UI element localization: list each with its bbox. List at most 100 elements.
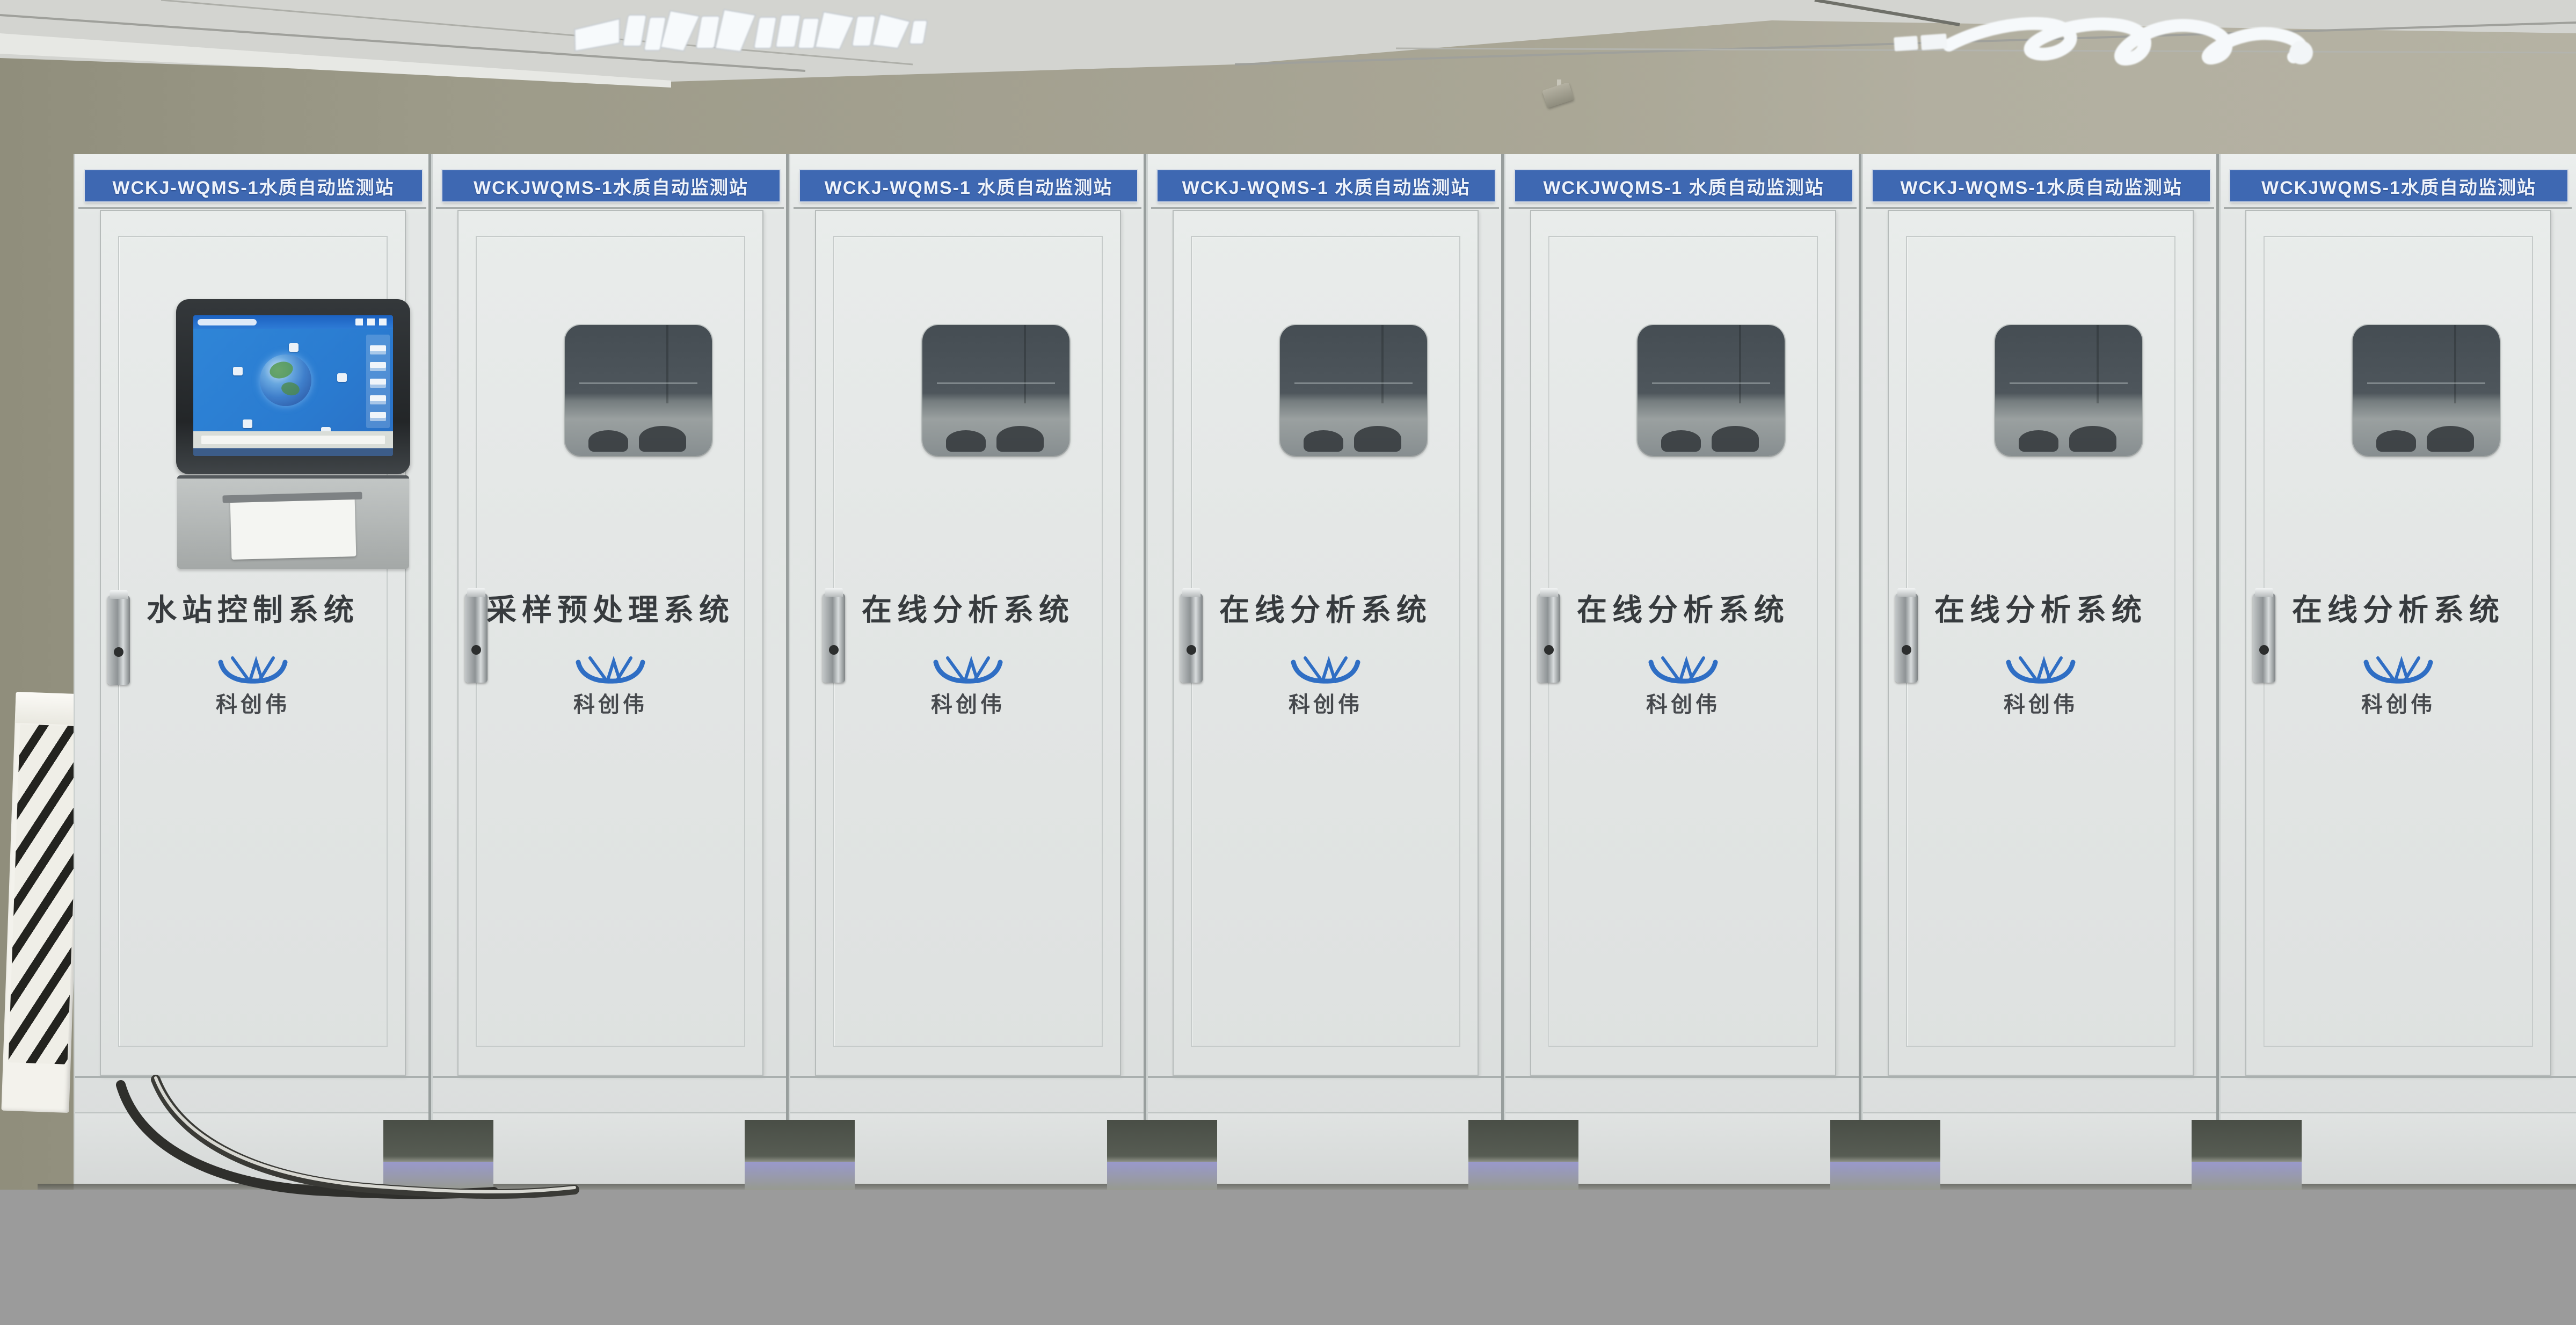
scada-taskbar	[193, 448, 393, 456]
door-handle[interactable]	[823, 593, 845, 683]
cabinet-5-online-analyzer: WCKJWQMS-1 水质自动监测站 在线分析系统	[1504, 154, 1861, 1190]
scada-screen	[193, 315, 393, 456]
door-window	[1280, 325, 1427, 456]
window-shelf-line	[2010, 382, 2127, 384]
system-label: 在线分析系统	[1174, 586, 1478, 629]
brand-logo-text: 科创伟	[459, 687, 762, 718]
brand-logo: 科创伟	[1889, 655, 2193, 718]
brand-logo-text: 科创伟	[2246, 687, 2550, 718]
system-label: 在线分析系统	[1531, 586, 1835, 629]
keyhole-icon	[1902, 645, 1911, 655]
scada-sidebar	[366, 335, 390, 428]
keyhole-icon	[2259, 645, 2269, 655]
window-shelf-line	[937, 382, 1054, 384]
equipment-silhouette	[1712, 426, 1759, 452]
equipment-silhouette	[2069, 426, 2116, 452]
brand-logo-text: 科创伟	[1531, 687, 1835, 718]
nameplate-text: WCKJWQMS-1水质自动监测站	[2261, 173, 2536, 199]
equipment-silhouette	[1304, 430, 1343, 452]
equipment-silhouette	[2376, 430, 2416, 452]
base-line	[1148, 1076, 1501, 1078]
door-handle[interactable]	[2253, 593, 2275, 683]
keyhole-icon	[1187, 645, 1196, 655]
satellite-node-icon	[337, 373, 347, 382]
window-reflection	[666, 325, 668, 403]
door-window	[1638, 325, 1785, 456]
control-touchscreen[interactable]	[176, 299, 410, 474]
scada-main-view	[193, 329, 393, 431]
nameplate-text: WCKJ-WQMS-1 水质自动监测站	[825, 173, 1113, 199]
brand-w-logo-icon	[216, 655, 289, 684]
plinth-opening	[745, 1120, 855, 1190]
brand-w-logo-icon	[2362, 655, 2435, 684]
window-reflection	[1024, 325, 1026, 403]
window-reflection	[1381, 325, 1384, 403]
keyhole-icon	[829, 645, 839, 655]
door-handle[interactable]	[465, 593, 487, 683]
brand-w-logo-icon	[2004, 655, 2077, 684]
system-label: 在线分析系统	[816, 586, 1120, 629]
equipment-silhouette	[946, 430, 986, 452]
window-shelf-line	[2367, 382, 2485, 384]
cabinet-2-door: 采样预处理系统 科创伟	[457, 210, 763, 1076]
cabinet-7-online-analyzer: WCKJWQMS-1水质自动监测站 在线分析系统	[2219, 154, 2576, 1190]
sidebar-button	[370, 412, 386, 418]
brand-logo: 科创伟	[101, 655, 405, 718]
door-handle[interactable]	[1895, 593, 1918, 683]
window-shelf-line	[579, 382, 697, 384]
nameplate-text: WCKJWQMS-1水质自动监测站	[474, 173, 748, 199]
equipment-silhouette	[1661, 430, 1701, 452]
cabinet-nameplate: WCKJWQMS-1 水质自动监测站	[1515, 170, 1852, 201]
cabinet-nameplate: WCKJWQMS-1水质自动监测站	[2230, 170, 2567, 201]
cabinet-1-door: 水站控制系统 科创伟	[100, 210, 406, 1076]
door-window	[922, 325, 1069, 456]
brand-w-logo-icon	[574, 655, 647, 684]
brand-w-logo-icon	[1289, 655, 1362, 684]
equipment-silhouette	[2427, 426, 2474, 452]
brand-logo-text: 科创伟	[1174, 687, 1478, 718]
cabinet-1-control-station: WCKJ-WQMS-1水质自动监测站	[74, 154, 431, 1190]
frame-line	[2224, 207, 2572, 209]
brand-logo: 科创伟	[1531, 655, 1835, 718]
window-buttons-icon	[355, 318, 390, 325]
equipment-silhouette	[996, 426, 1044, 452]
power-cables	[75, 1061, 644, 1211]
sidebar-button	[370, 362, 386, 368]
equipment-silhouette	[588, 430, 628, 452]
camera-head	[1542, 82, 1574, 108]
cabinet-nameplate: WCKJ-WQMS-1 水质自动监测站	[800, 170, 1137, 201]
door-handle[interactable]	[1538, 593, 1560, 683]
water-quality-monitoring-station-room: WCKJ-WQMS-1水质自动监测站	[0, 0, 2576, 1325]
scada-statusbar	[193, 431, 393, 448]
base-line	[2221, 1076, 2576, 1078]
window-shelf-line	[1652, 382, 1770, 384]
cabinet-7-door: 在线分析系统 科创伟	[2245, 210, 2551, 1076]
printer-paper	[230, 496, 356, 560]
satellite-node-icon	[233, 367, 243, 375]
nameplate-text: WCKJ-WQMS-1水质自动监测站	[112, 173, 394, 199]
equipment-silhouette	[2019, 430, 2058, 452]
brand-logo: 科创伟	[459, 655, 762, 718]
cabinet-2-sampling-pretreatment: WCKJWQMS-1水质自动监测站 采样预处理系统	[431, 154, 789, 1190]
cabinet-3-online-analyzer: WCKJ-WQMS-1 水质自动监测站 在线分析系统	[789, 154, 1146, 1190]
sidebar-button	[370, 345, 386, 351]
brand-logo: 科创伟	[816, 655, 1120, 718]
plinth-opening	[2192, 1120, 2302, 1190]
brand-w-logo-icon	[932, 655, 1005, 684]
door-window	[2353, 325, 2500, 456]
cabinet-4-door: 在线分析系统 科创伟	[1173, 210, 1479, 1076]
cabinet-3-door: 在线分析系统 科创伟	[815, 210, 1121, 1076]
door-handle[interactable]	[107, 596, 130, 685]
base-line	[790, 1076, 1144, 1078]
cabinet-6-online-analyzer: WCKJ-WQMS-1水质自动监测站 在线分析系统	[1861, 154, 2219, 1190]
plinth-opening	[1107, 1120, 1217, 1190]
nameplate-text: WCKJ-WQMS-1水质自动监测站	[1900, 173, 2182, 199]
frame-line	[1151, 207, 1499, 209]
cabinet-4-online-analyzer: WCKJ-WQMS-1 水质自动监测站 在线分析系统	[1146, 154, 1504, 1190]
cabinet-nameplate: WCKJ-WQMS-1水质自动监测站	[85, 170, 422, 201]
system-label: 在线分析系统	[1889, 586, 2193, 629]
door-handle[interactable]	[1180, 593, 1203, 683]
cabinet-nameplate: WCKJ-WQMS-1水质自动监测站	[1873, 170, 2210, 201]
frame-line	[1509, 207, 1857, 209]
satellite-node-icon	[289, 343, 299, 352]
